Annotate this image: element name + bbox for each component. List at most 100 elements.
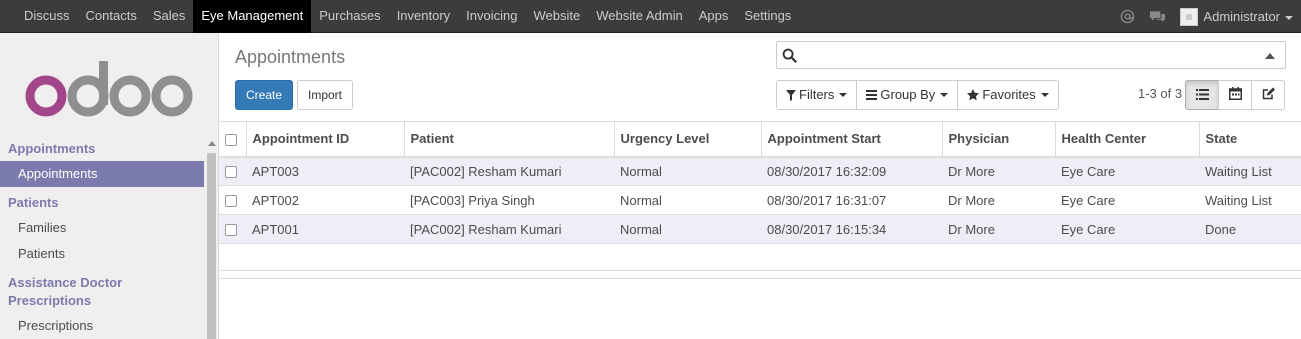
table-row[interactable]: APT003 [PAC002] Resham Kumari Normal 08/…	[219, 156, 1301, 186]
menu-website[interactable]: Website	[525, 0, 588, 33]
search-box	[776, 41, 1286, 69]
column-patient[interactable]: Patient	[404, 121, 615, 158]
create-button[interactable]: Create	[235, 80, 293, 110]
groupby-dropdown[interactable]: Group By	[856, 80, 959, 110]
app-menu: Discuss Contacts Sales Eye Management Pu…	[16, 0, 799, 33]
sidebar-item-appointments[interactable]: Appointments	[0, 161, 204, 187]
calendar-view-icon	[1228, 87, 1242, 103]
star-icon	[967, 89, 980, 101]
row-checkbox[interactable]	[225, 224, 237, 237]
menu-inventory[interactable]: Inventory	[389, 0, 458, 33]
search-icon	[782, 48, 797, 66]
scroll-thumb[interactable]	[207, 153, 216, 339]
menu-sales[interactable]: Sales	[145, 0, 194, 33]
list-view-button[interactable]	[1185, 80, 1219, 110]
select-all-cell	[219, 121, 247, 158]
menu-eye-management[interactable]: Eye Management	[193, 0, 312, 33]
view-switcher	[1185, 80, 1285, 110]
favorites-label: Favorites	[982, 87, 1036, 102]
cell-appointment-start: 08/30/2017 16:31:07	[761, 185, 942, 215]
groupby-label: Group By	[880, 87, 936, 102]
list-table: Appointment ID Patient Urgency Level App…	[219, 121, 1301, 244]
filters-label: Filters	[799, 87, 835, 102]
section-appointments: Appointments	[8, 141, 96, 156]
cell-urgency-level: Normal	[614, 214, 761, 244]
chat-icon[interactable]	[1149, 10, 1166, 24]
caret-down-icon	[940, 93, 949, 97]
cell-appointment-id: APT001	[246, 214, 404, 244]
main-content: Appointments Create Import Filters Group…	[219, 33, 1301, 339]
calendar-view-button[interactable]	[1218, 80, 1252, 110]
at-icon[interactable]	[1120, 9, 1135, 24]
select-all-checkbox[interactable]	[225, 133, 237, 146]
row-select-cell	[219, 185, 246, 215]
caret-down-icon	[1285, 15, 1293, 20]
cell-physician: Dr More	[942, 156, 1055, 186]
cell-urgency-level: Normal	[614, 156, 761, 186]
list-view-icon	[1195, 88, 1209, 103]
sidebar-item-families[interactable]: Families	[0, 215, 204, 241]
list-icon	[866, 90, 878, 100]
user-menu[interactable]: Administrator	[1203, 9, 1293, 24]
odoo-logo[interactable]	[25, 53, 195, 123]
cell-patient: [PAC003] Priya Singh	[404, 185, 614, 215]
column-health-center[interactable]: Health Center	[1055, 121, 1200, 158]
cell-urgency-level: Normal	[614, 185, 761, 215]
search-toggle-icon[interactable]	[1265, 53, 1275, 59]
cell-physician: Dr More	[942, 214, 1055, 244]
pager-value[interactable]: 1-3 of 3	[1138, 86, 1182, 101]
import-button[interactable]: Import	[297, 80, 353, 110]
filters-dropdown[interactable]: Filters	[776, 80, 858, 110]
menu-contacts[interactable]: Contacts	[78, 0, 145, 33]
column-appointment-id[interactable]: Appointment ID	[246, 121, 405, 158]
cell-health-center: Eye Care	[1055, 185, 1199, 215]
menu-apps[interactable]: Apps	[691, 0, 737, 33]
row-checkbox[interactable]	[225, 166, 237, 179]
cell-appointment-id: APT002	[246, 185, 404, 215]
column-state[interactable]: State	[1199, 121, 1301, 158]
favorites-dropdown[interactable]: Favorites	[957, 80, 1059, 110]
edit-form-icon	[1262, 87, 1275, 103]
caret-down-icon	[839, 93, 848, 97]
cell-state: Done	[1199, 214, 1301, 244]
cell-state: Waiting List	[1199, 156, 1301, 186]
menu-purchases[interactable]: Purchases	[311, 0, 388, 33]
sidebar-scrollbar[interactable]	[205, 139, 218, 339]
sidebar: Appointments Appointments Patients Famil…	[0, 33, 219, 339]
table-header: Appointment ID Patient Urgency Level App…	[219, 121, 1301, 158]
menu-website-admin[interactable]: Website Admin	[588, 0, 690, 33]
table-row[interactable]: APT002 [PAC003] Priya Singh Normal 08/30…	[219, 185, 1301, 215]
page-title: Appointments	[235, 47, 346, 67]
menu-settings[interactable]: Settings	[736, 0, 799, 33]
filter-icon	[786, 89, 796, 101]
table-footer	[219, 270, 1301, 279]
sidebar-menu: Appointments Appointments Patients Famil…	[0, 137, 204, 339]
avatar[interactable]	[1180, 7, 1199, 26]
cell-appointment-id: APT003	[246, 156, 404, 186]
user-name: Administrator	[1203, 9, 1280, 24]
top-navbar: Discuss Contacts Sales Eye Management Pu…	[0, 0, 1301, 33]
row-select-cell	[219, 214, 246, 244]
cell-appointment-start: 08/30/2017 16:15:34	[761, 214, 942, 244]
menu-invoicing[interactable]: Invoicing	[458, 0, 525, 33]
search-input[interactable]	[801, 45, 1251, 65]
section-assistance-doctor-prescriptions: Assistance Doctor Prescriptions	[8, 275, 123, 308]
column-appointment-start[interactable]: Appointment Start	[761, 121, 943, 158]
cell-patient: [PAC002] Resham Kumari	[404, 214, 614, 244]
cell-patient: [PAC002] Resham Kumari	[404, 156, 614, 186]
scroll-up-icon[interactable]	[208, 141, 216, 146]
cell-health-center: Eye Care	[1055, 156, 1199, 186]
cell-state: Waiting List	[1199, 185, 1301, 215]
column-urgency-level[interactable]: Urgency Level	[614, 121, 762, 158]
menu-discuss[interactable]: Discuss	[16, 0, 78, 33]
form-view-button[interactable]	[1251, 80, 1285, 110]
table-row[interactable]: APT001 [PAC002] Resham Kumari Normal 08/…	[219, 214, 1301, 244]
sidebar-item-patients[interactable]: Patients	[0, 241, 204, 267]
row-select-cell	[219, 156, 246, 186]
cell-physician: Dr More	[942, 185, 1055, 215]
column-physician[interactable]: Physician	[942, 121, 1056, 158]
user-area: Administrator	[1120, 0, 1293, 33]
sidebar-item-prescriptions[interactable]: Prescriptions	[0, 313, 204, 339]
row-checkbox[interactable]	[225, 195, 237, 208]
caret-down-icon	[1040, 93, 1049, 97]
